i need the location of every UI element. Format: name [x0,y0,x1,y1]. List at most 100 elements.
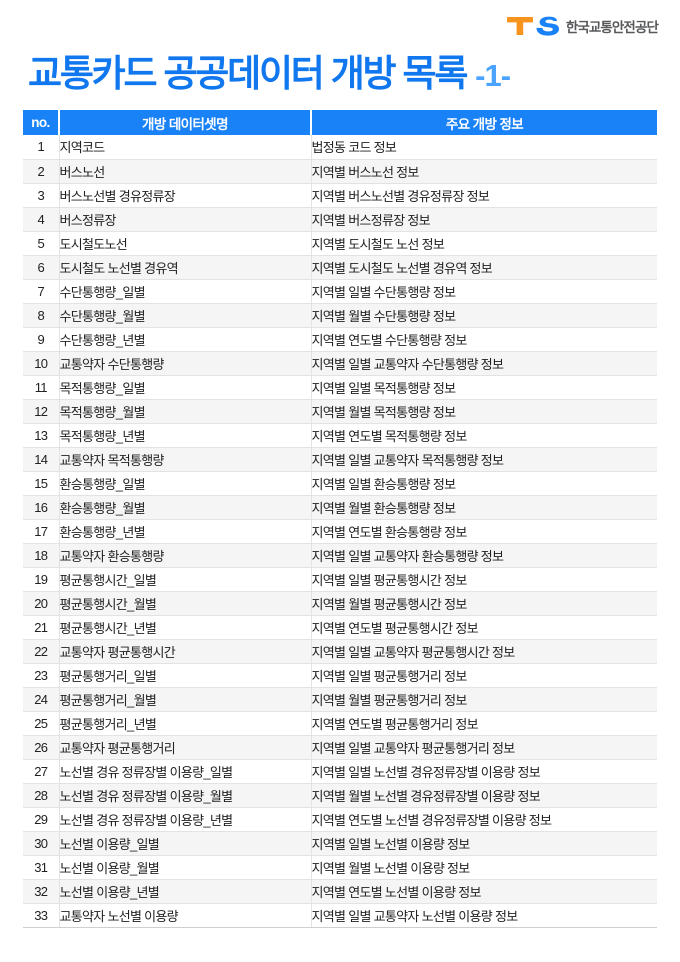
dataset-info: 지역별 일별 목적통행량 정보 [311,375,657,400]
page-title: 교통카드 공공데이터 개방 목록 -1- [28,52,511,94]
row-number: 3 [23,183,60,208]
dataset-info: 지역별 일별 교통약자 환승통행량 정보 [311,543,657,568]
dataset-name: 노선별 경유 정류장별 이용량_월별 [59,783,312,808]
table-row: 16 환승통행량_월별 지역별 월별 환승통행량 정보 [23,495,657,520]
column-header-no: no. [23,110,60,135]
dataset-name: 노선별 이용량_년별 [59,879,312,904]
dataset-info: 지역별 월별 목적통행량 정보 [311,399,657,424]
dataset-info: 지역별 도시철도 노선 정보 [311,231,657,256]
dataset-name: 평균통행거리_일별 [59,663,312,688]
dataset-info: 지역별 연도별 목적통행량 정보 [311,423,657,448]
dataset-info: 지역별 일별 노선별 경유정류장별 이용량 정보 [311,759,657,784]
table-row: 1 지역코드 법정동 코드 정보 [23,135,657,160]
row-number: 2 [23,159,60,184]
row-number: 15 [23,471,60,496]
table-row: 11 목적통행량_일별 지역별 일별 목적통행량 정보 [23,375,657,400]
row-number: 19 [23,567,60,592]
dataset-name: 목적통행량_일별 [59,375,312,400]
dataset-name: 도시철도 노선별 경유역 [59,255,312,280]
table-row: 28 노선별 경유 정류장별 이용량_월별 지역별 월별 노선별 경유정류장별 이용… [23,783,657,808]
table-header: no. 개방 데이터셋명 주요 개방 정보 [23,110,657,135]
table-row: 14 교통약자 목적통행량 지역별 일별 교통약자 목적통행량 정보 [23,447,657,472]
row-number: 28 [23,783,60,808]
dataset-name: 평균통행시간_일별 [59,567,312,592]
dataset-name: 평균통행시간_년별 [59,615,312,640]
dataset-info: 지역별 월별 수단통행량 정보 [311,303,657,328]
dataset-name: 버스노선별 경유정류장 [59,183,312,208]
dataset-info: 지역별 버스노선 정보 [311,159,657,184]
row-number: 7 [23,279,60,304]
dataset-info: 지역별 연도별 노선별 이용량 정보 [311,879,657,904]
dataset-name: 목적통행량_년별 [59,423,312,448]
dataset-info: 지역별 일별 교통약자 평균통행시간 정보 [311,639,657,664]
table-row: 7 수단통행량_일별 지역별 일별 수단통행량 정보 [23,279,657,304]
dataset-name: 교통약자 환승통행량 [59,543,312,568]
dataset-name: 노선별 경유 정류장별 이용량_일별 [59,759,312,784]
table-row: 29 노선별 경유 정류장별 이용량_년별 지역별 연도별 노선별 경유정류장별 이… [23,807,657,832]
row-number: 31 [23,855,60,880]
dataset-info: 지역별 월별 평균통행시간 정보 [311,591,657,616]
table-row: 25 평균통행거리_년별 지역별 연도별 평균통행거리 정보 [23,711,657,736]
row-number: 5 [23,231,60,256]
row-number: 24 [23,687,60,712]
table-row: 15 환승통행량_일별 지역별 일별 환승통행량 정보 [23,471,657,496]
logo-bar: 한국교통안전공단 [0,0,680,44]
dataset-info: 지역별 일별 교통약자 평균통행거리 정보 [311,735,657,760]
table-body: 1 지역코드 법정동 코드 정보 2 버스노선 지역별 버스노선 정보 3 버스노선별 경유정… [23,135,657,928]
dataset-name: 도시철도노선 [59,231,312,256]
row-number: 11 [23,375,60,400]
page-title-wrap: 교통카드 공공데이터 개방 목록 -1- [0,44,680,100]
dataset-name: 환승통행량_년별 [59,519,312,544]
dataset-info: 지역별 일별 교통약자 노선별 이용량 정보 [311,903,657,928]
table-row: 27 노선별 경유 정류장별 이용량_일별 지역별 일별 노선별 경유정류장별 이용… [23,759,657,784]
table-row: 24 평균통행거리_월별 지역별 월별 평균통행거리 정보 [23,687,657,712]
dataset-info: 지역별 일별 노선별 이용량 정보 [311,831,657,856]
dataset-name: 교통약자 노선별 이용량 [59,903,312,928]
dataset-table-wrap: no. 개방 데이터셋명 주요 개방 정보 1 지역코드 법정동 코드 정보 2 버스노… [23,110,657,928]
dataset-name: 지역코드 [59,135,312,160]
row-number: 33 [23,903,60,928]
dataset-name: 노선별 이용량_일별 [59,831,312,856]
ts-logo: 한국교통안전공단 [506,15,659,37]
row-number: 30 [23,831,60,856]
dataset-info: 지역별 일별 평균통행시간 정보 [311,567,657,592]
table-header-row: no. 개방 데이터셋명 주요 개방 정보 [23,110,657,135]
dataset-name: 교통약자 목적통행량 [59,447,312,472]
dataset-info: 지역별 월별 평균통행거리 정보 [311,687,657,712]
table-row: 3 버스노선별 경유정류장 지역별 버스노선별 경유정류장 정보 [23,183,657,208]
table-row: 19 평균통행시간_일별 지역별 일별 평균통행시간 정보 [23,567,657,592]
page-title-suffix: -1- [475,57,511,93]
dataset-info: 지역별 버스노선별 경유정류장 정보 [311,183,657,208]
table-row: 18 교통약자 환승통행량 지역별 일별 교통약자 환승통행량 정보 [23,543,657,568]
table-row: 20 평균통행시간_월별 지역별 월별 평균통행시간 정보 [23,591,657,616]
row-number: 32 [23,879,60,904]
dataset-name: 교통약자 평균통행시간 [59,639,312,664]
dataset-info: 지역별 연도별 환승통행량 정보 [311,519,657,544]
dataset-name: 환승통행량_월별 [59,495,312,520]
row-number: 6 [23,255,60,280]
table-row: 33 교통약자 노선별 이용량 지역별 일별 교통약자 노선별 이용량 정보 [23,903,657,928]
dataset-info: 법정동 코드 정보 [311,135,657,160]
dataset-info: 지역별 일별 교통약자 목적통행량 정보 [311,447,657,472]
dataset-info: 지역별 연도별 노선별 경유정류장별 이용량 정보 [311,807,657,832]
organization-name: 한국교통안전공단 [565,20,659,35]
dataset-name: 버스정류장 [59,207,312,232]
dataset-info: 지역별 일별 환승통행량 정보 [311,471,657,496]
table-row: 12 목적통행량_월별 지역별 월별 목적통행량 정보 [23,399,657,424]
column-header-info: 주요 개방 정보 [311,110,657,135]
row-number: 25 [23,711,60,736]
dataset-info: 지역별 도시철도 노선별 경유역 정보 [311,255,657,280]
row-number: 13 [23,423,60,448]
row-number: 10 [23,351,60,376]
row-number: 4 [23,207,60,232]
dataset-name: 교통약자 평균통행거리 [59,735,312,760]
dataset-info: 지역별 연도별 평균통행거리 정보 [311,711,657,736]
row-number: 16 [23,495,60,520]
dataset-info: 지역별 월별 환승통행량 정보 [311,495,657,520]
page-title-main: 교통카드 공공데이터 개방 목록 [28,52,468,94]
dataset-name: 평균통행거리_년별 [59,711,312,736]
dataset-name: 노선별 이용량_월별 [59,855,312,880]
dataset-name: 수단통행량_월별 [59,303,312,328]
table-row: 9 수단통행량_년별 지역별 연도별 수단통행량 정보 [23,327,657,352]
table-row: 5 도시철도노선 지역별 도시철도 노선 정보 [23,231,657,256]
